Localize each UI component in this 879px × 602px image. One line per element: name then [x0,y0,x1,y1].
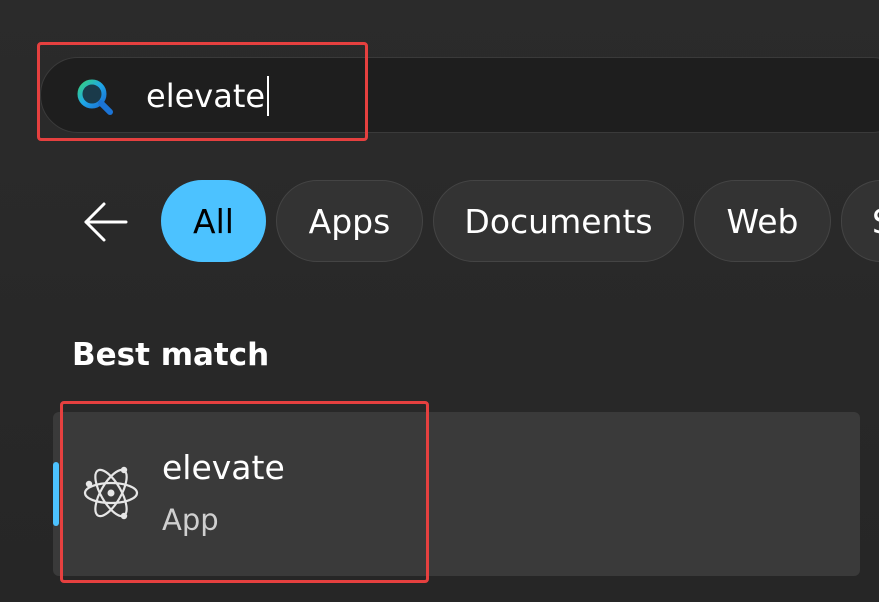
filter-chip-documents[interactable]: Documents [433,180,684,262]
filter-chip-apps[interactable]: Apps [276,180,423,262]
text-caret [267,76,270,116]
search-query[interactable]: elevate [146,74,270,118]
filter-chip-web[interactable]: Web [694,180,831,262]
electron-app-icon [83,466,139,520]
filter-chip-all[interactable]: All [161,180,266,262]
search-icon [77,79,113,115]
filter-chip-more[interactable]: S [841,180,879,262]
search-query-text: elevate [146,77,266,115]
result-app-name: elevate [162,448,285,487]
filter-chip-label: S [872,202,879,241]
filter-chip-label: Apps [308,201,391,241]
selection-indicator [53,462,59,526]
best-match-heading: Best match [72,337,270,373]
best-match-result[interactable] [53,412,860,576]
result-app-type: App [162,503,219,537]
filter-chip-label: Documents [464,201,653,241]
filter-chip-label: All [193,201,234,241]
filter-chip-label: Web [726,201,799,241]
back-arrow-icon[interactable] [80,196,132,248]
start-search-panel: elevate All Apps Documents Web S Best ma… [0,0,879,602]
